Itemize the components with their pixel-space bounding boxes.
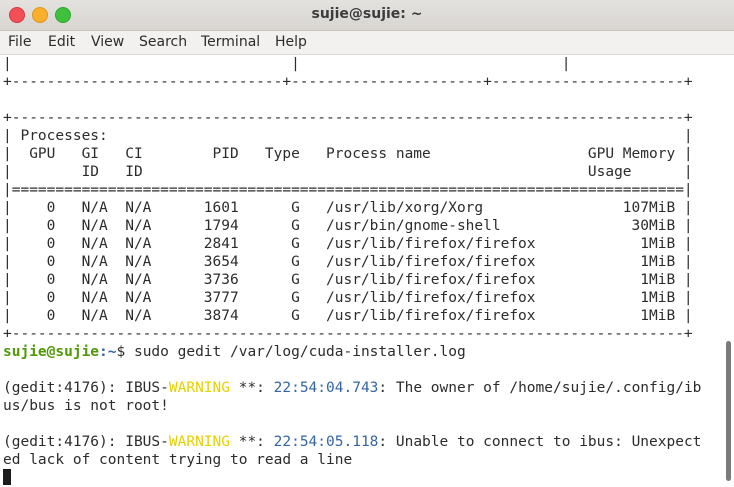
menu-search[interactable]: Search bbox=[139, 34, 187, 50]
terminal-line: | Processes: | bbox=[3, 128, 693, 144]
menu-terminal[interactable]: Terminal bbox=[201, 34, 260, 50]
terminal-window: sujie@sujie: ~ File Edit View Search Ter… bbox=[0, 0, 734, 487]
warning-level: WARNING bbox=[168, 380, 230, 396]
scrollbar-thumb[interactable] bbox=[726, 341, 731, 481]
message-text: : Unable to connect to ibus: Unexpect bbox=[378, 434, 702, 450]
terminal-line: |=======================================… bbox=[3, 182, 693, 198]
terminal-line: +---------------------------------------… bbox=[3, 326, 693, 342]
warning-message: (gedit:4176): IBUS-WARNING **: 22:54:04.… bbox=[3, 379, 701, 397]
message-timestamp: 22:54:04.743 bbox=[273, 380, 379, 396]
terminal-line: | 0 N/A N/A 1794 G /usr/bin/gnome-shell … bbox=[3, 218, 693, 234]
window-title: sujie@sujie: ~ bbox=[311, 6, 423, 22]
terminal-line: | 0 N/A N/A 3874 G /usr/lib/firefox/fire… bbox=[3, 308, 693, 324]
terminal-line: | 0 N/A N/A 3654 G /usr/lib/firefox/fire… bbox=[3, 254, 693, 270]
terminal-line: | | | N/A | bbox=[3, 56, 571, 72]
terminal-line: +---------------------------------------… bbox=[3, 110, 693, 126]
terminal-line: | ID ID Usage | bbox=[3, 164, 693, 180]
terminal-line: | 0 N/A N/A 3777 G /usr/lib/firefox/fire… bbox=[3, 290, 693, 306]
menu-file[interactable]: File bbox=[8, 34, 31, 50]
message-timestamp: 22:54:05.118 bbox=[273, 434, 379, 450]
message-continuation: us/bus is not root! bbox=[3, 398, 169, 414]
menu-bar: File Edit View Search Terminal Help bbox=[0, 31, 734, 55]
message-mid: **: bbox=[229, 434, 274, 450]
prompt-command: sudo gedit /var/log/cuda-installer.log bbox=[133, 344, 466, 360]
warning-level: WARNING bbox=[168, 434, 230, 450]
terminal-output[interactable]: | | | N/A | +---------------------------… bbox=[0, 55, 722, 487]
prompt-line: sujie@sujie:~$ sudo gedit /var/log/cuda-… bbox=[3, 343, 466, 361]
message-mid: **: bbox=[229, 380, 274, 396]
message-prefix: (gedit:4176): IBUS- bbox=[3, 380, 169, 396]
menu-help[interactable]: Help bbox=[275, 34, 307, 50]
terminal-line: | 0 N/A N/A 1601 G /usr/lib/xorg/Xorg 10… bbox=[3, 200, 693, 216]
warning-message: (gedit:4176): IBUS-WARNING **: 22:54:05.… bbox=[3, 433, 701, 451]
title-bar[interactable]: sujie@sujie: ~ bbox=[0, 0, 734, 31]
prompt-path: :~ bbox=[99, 344, 117, 360]
message-text: : The owner of /home/sujie/.config/ib bbox=[378, 380, 702, 396]
terminal-line: | 0 N/A N/A 3736 G /usr/lib/firefox/fire… bbox=[3, 272, 693, 288]
menu-view[interactable]: View bbox=[91, 34, 124, 50]
menu-edit[interactable]: Edit bbox=[48, 34, 75, 50]
prompt-user: sujie@sujie bbox=[3, 344, 100, 360]
terminal-line: +-------------------------------+-------… bbox=[3, 74, 693, 90]
message-continuation: ed lack of content trying to read a line bbox=[3, 452, 353, 468]
vertical-scrollbar[interactable] bbox=[722, 55, 734, 487]
prompt-symbol: $ bbox=[116, 344, 134, 360]
terminal-line: | GPU GI CI PID Type Process name GPU Me… bbox=[3, 146, 693, 162]
text-cursor bbox=[3, 469, 11, 485]
message-prefix: (gedit:4176): IBUS- bbox=[3, 434, 169, 450]
terminal-line: | 0 N/A N/A 2841 G /usr/lib/firefox/fire… bbox=[3, 236, 693, 252]
